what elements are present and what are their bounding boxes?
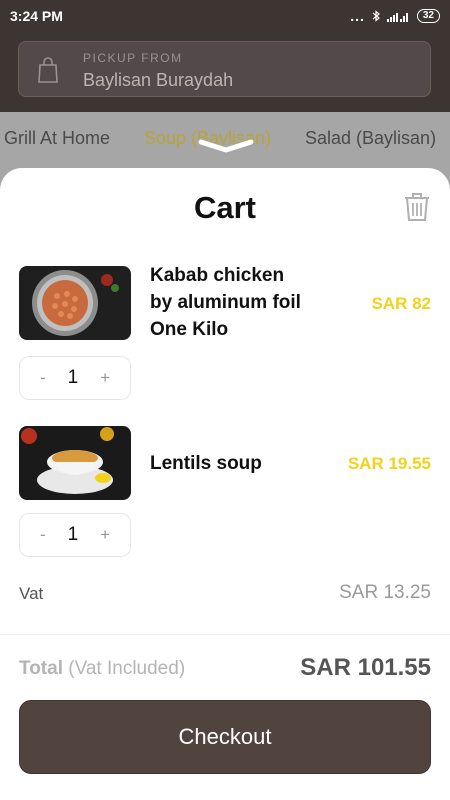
divider bbox=[0, 634, 450, 635]
item-name-kabab: Kabab chicken by aluminum foil One Kilo bbox=[150, 262, 301, 343]
cart-title: Cart bbox=[193, 190, 256, 225]
chevron-down-icon[interactable] bbox=[198, 136, 254, 156]
quantity-stepper: - 1 + bbox=[19, 356, 131, 400]
battery-icon: 32 bbox=[416, 9, 440, 23]
quantity-value: 1 bbox=[67, 367, 79, 388]
tab-salad[interactable]: Salad (Baylisan) bbox=[305, 128, 436, 149]
total-value: SAR 101.55 bbox=[300, 654, 431, 681]
quantity-value: 1 bbox=[67, 524, 79, 545]
vat-label: Vat bbox=[19, 584, 44, 603]
item-name-line: by aluminum foil bbox=[150, 292, 301, 313]
pickup-label: PICKUP FROM bbox=[83, 51, 183, 65]
signal-icon bbox=[386, 13, 408, 22]
pickup-location: Baylisan Buraydah bbox=[83, 70, 234, 90]
checkout-button[interactable]: Checkout bbox=[19, 700, 431, 774]
header: PICKUP FROM Baylisan Buraydah bbox=[0, 32, 450, 112]
trash-icon[interactable] bbox=[404, 192, 430, 222]
item-price-kabab: SAR 82 bbox=[371, 294, 431, 313]
lentils-soup-image bbox=[19, 426, 131, 500]
total-label: Total (Vat Included) bbox=[19, 658, 185, 680]
shopping-bag-icon bbox=[38, 57, 58, 83]
item-name-line: Lentils soup bbox=[150, 453, 262, 474]
tab-grill-at-home[interactable]: Grill At Home bbox=[4, 128, 110, 149]
item-name-line: One Kilo bbox=[150, 319, 229, 340]
pickup-selector[interactable]: PICKUP FROM Baylisan Buraydah bbox=[18, 41, 431, 97]
vat-value: SAR 13.25 bbox=[339, 582, 431, 603]
increment-button[interactable]: + bbox=[100, 368, 110, 388]
total-label-text: Total bbox=[19, 658, 63, 679]
kabab-chicken-image bbox=[19, 266, 131, 340]
item-name-line: Kabab chicken bbox=[150, 265, 285, 286]
decrement-button[interactable]: - bbox=[40, 368, 46, 388]
item-price-lentils: SAR 19.55 bbox=[347, 454, 431, 473]
item-name-lentils: Lentils soup bbox=[150, 450, 262, 477]
status-icons: ... 32 bbox=[350, 8, 440, 24]
total-note: (Vat Included) bbox=[68, 658, 186, 679]
quantity-stepper: - 1 + bbox=[19, 513, 131, 557]
cart-sheet: Cart Kabab chicken by aluminum foil One … bbox=[0, 168, 450, 800]
decrement-button[interactable]: - bbox=[40, 525, 46, 545]
increment-button[interactable]: + bbox=[100, 525, 110, 545]
more-dots-icon: ... bbox=[350, 8, 365, 24]
status-time: 3:24 PM bbox=[10, 8, 63, 24]
status-bar: 3:24 PM ... 32 bbox=[0, 0, 450, 32]
bluetooth-icon bbox=[372, 10, 380, 22]
